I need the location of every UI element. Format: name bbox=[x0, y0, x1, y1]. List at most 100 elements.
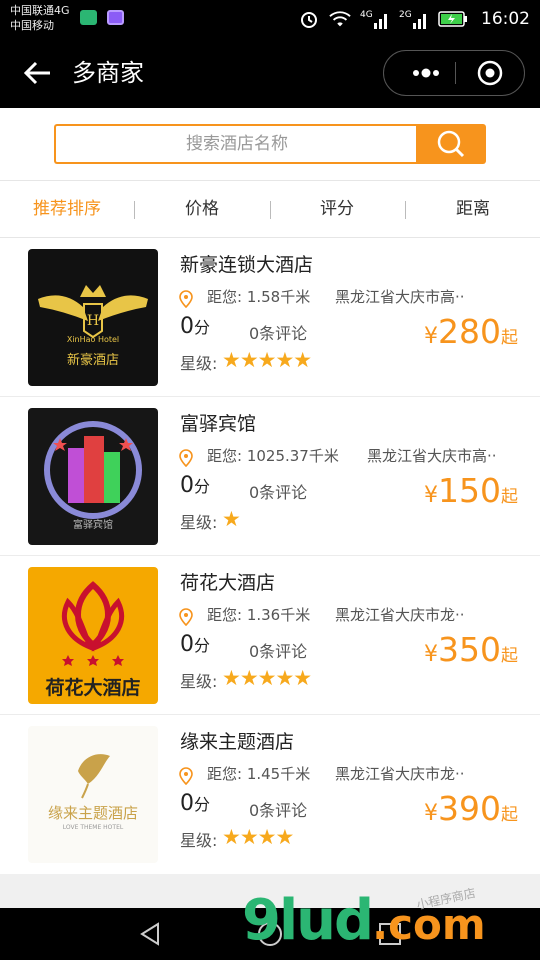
sort-tabs: 推荐排序 价格 评分 距离 bbox=[0, 180, 540, 238]
currency-symbol: ¥ bbox=[424, 801, 438, 826]
star-rating: ★★★★ bbox=[222, 825, 294, 849]
hotel-score: 0分 bbox=[180, 473, 210, 498]
logo-text: 新豪酒店 bbox=[66, 353, 119, 368]
svg-text:H: H bbox=[87, 313, 99, 329]
score-value: 0 bbox=[180, 632, 194, 657]
logo-text: 缘来主题酒店 bbox=[47, 804, 138, 822]
svg-text:2G: 2G bbox=[399, 10, 412, 20]
star-label: 星级: bbox=[180, 672, 218, 691]
hotel-logo-yuanlai: 缘来主题酒店 LOVE THEME HOTEL bbox=[28, 726, 158, 863]
hotel-reviews: 0条评论 bbox=[249, 801, 308, 820]
search-button[interactable] bbox=[416, 124, 486, 164]
hotel-address: 黑龙江省大庆市高·· bbox=[367, 447, 497, 465]
hotel-score: 0分 bbox=[180, 791, 210, 816]
location-pin-icon bbox=[178, 767, 194, 786]
back-arrow-icon[interactable] bbox=[20, 56, 54, 90]
tab-divider bbox=[270, 201, 271, 219]
logo-text: 荷花大酒店 bbox=[45, 677, 141, 699]
hotel-name: 富驿宾馆 bbox=[180, 413, 257, 435]
search-area: 搜索酒店名称 bbox=[0, 108, 540, 180]
score-unit: 分 bbox=[194, 636, 211, 655]
status-icons: 4G 2G 16:02 bbox=[298, 0, 530, 38]
currency-symbol: ¥ bbox=[424, 324, 438, 349]
tab-divider bbox=[405, 201, 406, 219]
hotel-reviews: 0条评论 bbox=[249, 483, 308, 502]
star-label: 星级: bbox=[180, 831, 218, 850]
star-rating: ★★★★★ bbox=[222, 666, 312, 690]
logo-text: 富驿宾馆 bbox=[73, 520, 113, 531]
close-miniprogram-button[interactable] bbox=[468, 51, 520, 94]
hotel-name: 新豪连锁大酒店 bbox=[180, 254, 314, 276]
signal-4g-icon: 4G bbox=[360, 8, 390, 30]
hotel-list-item[interactable]: H XinHao Hotel 新豪酒店 新豪连锁大酒店 距您: 1.58千米 黑… bbox=[0, 238, 540, 397]
hotel-price: ¥280起 bbox=[424, 312, 518, 351]
score-value: 0 bbox=[180, 473, 194, 498]
signal-2g-icon: 2G bbox=[399, 8, 429, 30]
wifi-icon bbox=[329, 8, 351, 30]
tab-recommended[interactable]: 推荐排序 bbox=[7, 181, 127, 239]
page-title: 多商家 bbox=[72, 59, 144, 87]
tab-price[interactable]: 价格 bbox=[142, 181, 262, 239]
hotel-name: 缘来主题酒店 bbox=[180, 731, 295, 753]
location-pin-icon bbox=[178, 608, 194, 627]
battery-icon bbox=[438, 8, 468, 30]
price-value: 350 bbox=[438, 630, 501, 669]
hotel-price: ¥350起 bbox=[424, 630, 518, 669]
hotel-list-item[interactable]: 缘来主题酒店 LOVE THEME HOTEL 缘来主题酒店 距您: 1.45千… bbox=[0, 715, 540, 874]
hotel-logo-xinhao: H XinHao Hotel 新豪酒店 bbox=[28, 249, 158, 386]
price-suffix: 起 bbox=[501, 646, 518, 666]
currency-symbol: ¥ bbox=[424, 642, 438, 667]
score-unit: 分 bbox=[194, 318, 211, 337]
price-suffix: 起 bbox=[501, 328, 518, 348]
gallery-notification-icon bbox=[107, 10, 124, 25]
wechat-notification-icon bbox=[80, 10, 97, 25]
watermark-text: 9lud bbox=[242, 888, 374, 953]
price-suffix: 起 bbox=[501, 805, 518, 825]
tab-divider bbox=[134, 201, 135, 219]
price-suffix: 起 bbox=[501, 487, 518, 507]
clock-time: 16:02 bbox=[481, 9, 530, 29]
star-label: 星级: bbox=[180, 354, 218, 373]
score-unit: 分 bbox=[194, 795, 211, 814]
hotel-address: 黑龙江省大庆市龙·· bbox=[335, 606, 465, 624]
carrier-line1: 中国联通4G bbox=[10, 4, 70, 17]
carrier-line2: 中国移动 bbox=[10, 19, 54, 32]
hotel-address: 黑龙江省大庆市龙·· bbox=[335, 765, 465, 783]
tab-rating[interactable]: 评分 bbox=[277, 181, 397, 239]
tab-distance[interactable]: 距离 bbox=[413, 181, 533, 239]
score-value: 0 bbox=[180, 314, 194, 339]
star-label: 星级: bbox=[180, 513, 218, 532]
capsule-divider bbox=[455, 62, 456, 84]
navigation-bar: 多商家 bbox=[0, 38, 540, 108]
hotel-reviews: 0条评论 bbox=[249, 324, 308, 343]
search-icon bbox=[437, 130, 465, 158]
location-pin-icon bbox=[178, 449, 194, 468]
score-value: 0 bbox=[180, 791, 194, 816]
hotel-price: ¥150起 bbox=[424, 471, 518, 510]
hotel-score: 0分 bbox=[180, 314, 210, 339]
svg-text:4G: 4G bbox=[360, 10, 373, 20]
hotel-address: 黑龙江省大庆市高·· bbox=[335, 288, 465, 306]
more-menu-button[interactable] bbox=[394, 51, 454, 94]
hotel-list-item[interactable]: 富驿宾馆 富驿宾馆 距您: 1025.37千米 黑龙江省大庆市高·· 0分 0条… bbox=[0, 397, 540, 556]
hotel-list-item[interactable]: 荷花大酒店 荷花大酒店 距您: 1.36千米 黑龙江省大庆市龙·· 0分 0条评… bbox=[0, 556, 540, 715]
hotel-search-input[interactable]: 搜索酒店名称 bbox=[54, 124, 418, 164]
price-value: 150 bbox=[438, 471, 501, 510]
currency-symbol: ¥ bbox=[424, 483, 438, 508]
hotel-logo-hehua: 荷花大酒店 bbox=[28, 567, 158, 704]
hotel-logo-fuyi: 富驿宾馆 bbox=[28, 408, 158, 545]
hotel-price: ¥390起 bbox=[424, 789, 518, 828]
alarm-icon bbox=[298, 8, 320, 30]
location-pin-icon bbox=[178, 290, 194, 309]
status-bar: 中国联通4G 中国移动 4G 2G 16:02 bbox=[0, 0, 540, 38]
logo-sub: XinHao Hotel bbox=[66, 335, 120, 344]
hotel-score: 0分 bbox=[180, 632, 210, 657]
hotel-distance: 距您: 1.58千米 bbox=[207, 288, 311, 306]
star-rating: ★★★★★ bbox=[222, 348, 312, 372]
hotel-name: 荷花大酒店 bbox=[180, 572, 276, 594]
star-rating: ★ bbox=[222, 507, 241, 531]
miniprogram-capsule bbox=[383, 50, 525, 96]
hotel-reviews: 0条评论 bbox=[249, 642, 308, 661]
back-triangle-icon[interactable] bbox=[136, 920, 164, 948]
logo-sub: LOVE THEME HOTEL bbox=[62, 824, 124, 831]
